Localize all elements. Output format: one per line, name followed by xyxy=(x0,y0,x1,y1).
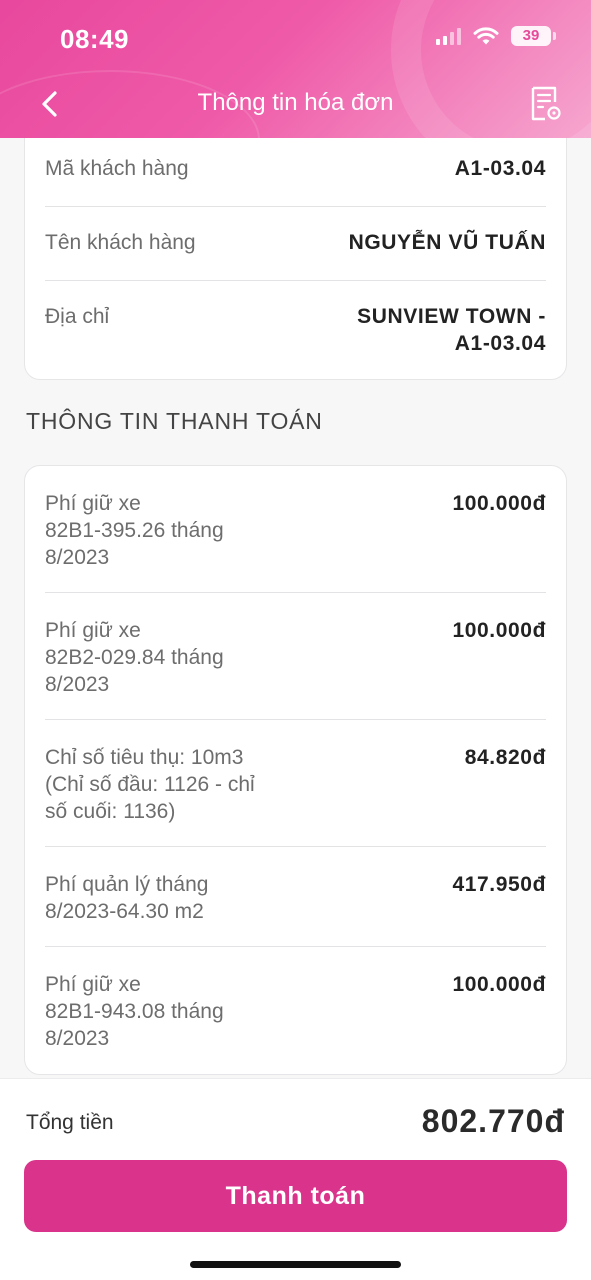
total-label: Tổng tiền xyxy=(26,1111,114,1134)
payment-item-amount: 100.000đ xyxy=(452,492,546,515)
customer-info-card: Mã khách hàng A1-03.04 Tên khách hàng NG… xyxy=(24,138,567,380)
home-indicator[interactable] xyxy=(190,1261,401,1268)
payment-item-amount: 84.820đ xyxy=(464,746,546,769)
payment-item-description: Phí giữ xe 82B2-029.84 tháng 8/2023 xyxy=(45,617,224,698)
desc-line: 82B1-395.26 tháng xyxy=(45,519,224,542)
invoice-settings-icon[interactable] xyxy=(529,86,563,122)
payment-item-amount: 100.000đ xyxy=(452,973,546,996)
scroll-content[interactable]: Mã khách hàng A1-03.04 Tên khách hàng NG… xyxy=(0,138,591,1078)
payment-item: Phí giữ xe 82B1-395.26 tháng 8/2023 100.… xyxy=(45,490,546,571)
app-header: 08:49 39 Thông tin hóa đơn xyxy=(0,0,591,138)
payment-item-description: Phí giữ xe 82B1-395.26 tháng 8/2023 xyxy=(45,490,224,571)
pay-button[interactable]: Thanh toán xyxy=(24,1160,567,1232)
payment-item: Phí giữ xe 82B2-029.84 tháng 8/2023 100.… xyxy=(45,617,546,698)
customer-name-label: Tên khách hàng xyxy=(45,231,196,254)
desc-line: Phí quản lý tháng xyxy=(45,873,209,896)
payment-item-amount: 417.950đ xyxy=(452,873,546,896)
divider xyxy=(45,946,546,947)
page-title: Thông tin hóa đơn xyxy=(197,89,394,116)
customer-code-value: A1-03.04 xyxy=(454,157,546,180)
total-amount: 802.770đ xyxy=(421,1103,565,1139)
status-icons: 39 xyxy=(436,26,556,46)
divider xyxy=(45,280,546,281)
desc-line: 82B2-029.84 tháng xyxy=(45,646,224,669)
payment-info-card: Phí giữ xe 82B1-395.26 tháng 8/2023 100.… xyxy=(24,465,567,1075)
address-row: Địa chỉ SUNVIEW TOWN - A1-03.04 xyxy=(45,303,546,357)
desc-line: Chỉ số tiêu thụ: 10m3 xyxy=(45,746,244,769)
desc-line: 8/2023 xyxy=(45,1027,110,1050)
desc-line: (Chỉ số đầu: 1126 - chỉ xyxy=(45,773,255,796)
address-label: Địa chỉ xyxy=(45,305,110,328)
desc-line: 82B1-943.08 tháng xyxy=(45,1000,224,1023)
divider xyxy=(45,719,546,720)
desc-line: 8/2023 xyxy=(45,673,110,696)
customer-code-label: Mã khách hàng xyxy=(45,157,189,180)
status-time: 08:49 xyxy=(60,24,129,54)
address-line-1: SUNVIEW TOWN - xyxy=(357,305,546,328)
address-line-2: A1-03.04 xyxy=(454,332,546,355)
payment-item-description: Chỉ số tiêu thụ: 10m3 (Chỉ số đầu: 1126 … xyxy=(45,744,255,825)
cellular-signal-icon xyxy=(436,27,461,45)
address-value: SUNVIEW TOWN - A1-03.04 xyxy=(357,303,546,357)
desc-line: 8/2023 xyxy=(45,546,110,569)
desc-line: Phí giữ xe xyxy=(45,973,141,996)
customer-code-row: Mã khách hàng A1-03.04 xyxy=(45,155,546,182)
payment-item-description: Phí giữ xe 82B1-943.08 tháng 8/2023 xyxy=(45,971,224,1052)
payment-item-description: Phí quản lý tháng 8/2023-64.30 m2 xyxy=(45,871,208,925)
customer-name-row: Tên khách hàng NGUYỄN VŨ TUẤN xyxy=(45,229,546,256)
payment-item: Phí giữ xe 82B1-943.08 tháng 8/2023 100.… xyxy=(45,971,546,1052)
divider xyxy=(45,206,546,207)
payment-item: Chỉ số tiêu thụ: 10m3 (Chỉ số đầu: 1126 … xyxy=(45,744,546,825)
payment-item-amount: 100.000đ xyxy=(452,619,546,642)
payment-section-title: THÔNG TIN THANH TOÁN xyxy=(26,408,323,434)
divider xyxy=(45,846,546,847)
desc-line: 8/2023-64.30 m2 xyxy=(45,900,204,923)
wifi-icon xyxy=(473,27,499,45)
customer-name-value: NGUYỄN VŨ TUẤN xyxy=(348,231,546,254)
battery-icon: 39 xyxy=(511,26,556,46)
desc-line: Phí giữ xe xyxy=(45,492,141,515)
divider xyxy=(45,592,546,593)
desc-line: Phí giữ xe xyxy=(45,619,141,642)
desc-line: số cuối: 1136) xyxy=(45,800,176,823)
payment-footer: Tổng tiền 802.770đ Thanh toán xyxy=(0,1078,591,1280)
payment-item: Phí quản lý tháng 8/2023-64.30 m2 417.95… xyxy=(45,871,546,925)
